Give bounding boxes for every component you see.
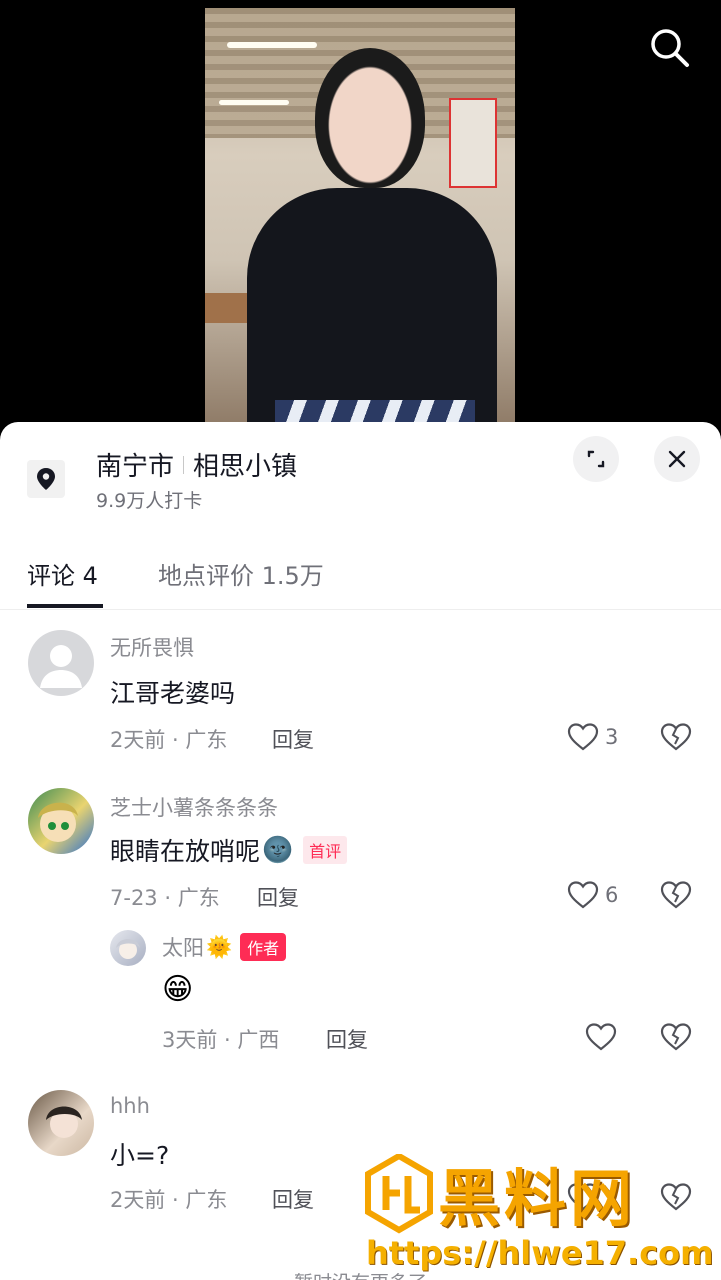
- reply-avatar[interactable]: [110, 930, 146, 966]
- video-area[interactable]: [0, 0, 721, 430]
- comment-meta: 2天前 · 广东: [110, 1188, 228, 1212]
- comment-region: 广东: [177, 886, 220, 910]
- location-title[interactable]: 南宁市 相思小镇: [96, 446, 297, 483]
- tab-place-reviews[interactable]: 地点评价 1.5万: [158, 556, 324, 591]
- location-checkins: 9.9万人打卡: [96, 490, 203, 512]
- comment-item: 芝士小薯条条条条 眼睛在放哨呢 🌚 首评 7-23 · 广东 回复 6 太阳 🌞…: [0, 788, 721, 1088]
- comment-region: 广东: [185, 1188, 228, 1212]
- video-light: [219, 100, 289, 105]
- avatar[interactable]: [28, 1090, 94, 1156]
- photo-avatar-icon: [46, 1106, 82, 1138]
- comment-item: hhh 小=? 2天前 · 广东 回复: [0, 1090, 721, 1240]
- comment-time: 2天前: [110, 1188, 166, 1212]
- tab-comments[interactable]: 评论 4: [27, 556, 98, 591]
- dislike-button[interactable]: [660, 1182, 692, 1216]
- avatar[interactable]: [28, 630, 94, 696]
- dislike-button[interactable]: [660, 880, 692, 914]
- comment-meta: 7-23 · 广东: [110, 886, 220, 910]
- close-button[interactable]: [654, 436, 700, 482]
- close-icon: [668, 450, 686, 468]
- video-wall-poster: [449, 98, 497, 188]
- reply-time: 3天前: [162, 1028, 218, 1052]
- expand-icon: [587, 450, 605, 468]
- like-count: 3: [605, 725, 619, 749]
- default-avatar-icon: [40, 645, 82, 688]
- author-badge: 作者: [240, 933, 287, 961]
- like-button[interactable]: 6: [567, 880, 618, 910]
- reply-username[interactable]: 太阳 🌞 作者: [162, 932, 287, 962]
- comment-time: 2天前: [110, 728, 166, 752]
- reply-username-text: 太阳: [162, 936, 204, 960]
- comment-username[interactable]: hhh: [110, 1094, 150, 1118]
- comment-text: 小=?: [110, 1136, 169, 1172]
- reply-button[interactable]: 回复: [326, 1024, 368, 1054]
- broken-heart-icon: [660, 1183, 692, 1211]
- comment-text: 江哥老婆吗: [110, 674, 235, 710]
- dislike-button[interactable]: [660, 722, 692, 756]
- video-person-head: [315, 48, 425, 188]
- comment-item: 无所畏惧 江哥老婆吗 2天前 · 广东 回复 3: [0, 628, 721, 778]
- reply-button[interactable]: 回复: [272, 724, 314, 754]
- heart-icon: [585, 1023, 617, 1051]
- new-moon-face-emoji: 🌚: [262, 835, 294, 864]
- location-place: 相思小镇: [193, 452, 298, 482]
- reply-button[interactable]: 回复: [272, 1184, 314, 1214]
- first-comment-badge: 首评: [303, 836, 348, 864]
- dislike-button[interactable]: [660, 1022, 692, 1056]
- comment-text: 眼睛在放哨呢 🌚 首评: [110, 832, 348, 868]
- comment-time: 7-23: [110, 886, 158, 910]
- sun-emoji: 🌞: [206, 934, 233, 959]
- expand-button[interactable]: [573, 436, 619, 482]
- tab-active-indicator: [27, 604, 103, 608]
- comment-region: 广东: [185, 728, 228, 752]
- like-count: 6: [605, 883, 619, 907]
- avatar[interactable]: [28, 788, 94, 854]
- location-city: 南宁市: [96, 452, 175, 482]
- comment-meta: 2天前 · 广东: [110, 728, 228, 752]
- comment-username[interactable]: 芝士小薯条条条条: [110, 792, 278, 822]
- location-separator: [183, 455, 185, 474]
- comment-sheet: 南宁市 相思小镇 9.9万人打卡 评论 4 地点评价 1.5万 无所畏惧 江哥老…: [0, 422, 721, 1280]
- heart-icon: [567, 723, 599, 751]
- heart-icon: [567, 881, 599, 909]
- tab-bar: 评论 4 地点评价 1.5万: [0, 550, 721, 610]
- video-light: [227, 42, 317, 48]
- video-frame[interactable]: [205, 8, 515, 428]
- comment-text-body: 江哥老婆吗: [110, 679, 236, 708]
- anime-avatar-icon: [116, 939, 140, 959]
- comment-text-body: 眼睛在放哨呢: [110, 837, 261, 866]
- reply-button[interactable]: 回复: [257, 882, 299, 912]
- comment-username[interactable]: 无所畏惧: [110, 632, 194, 662]
- search-icon[interactable]: [646, 24, 692, 70]
- location-pin-icon: [27, 460, 65, 498]
- like-button[interactable]: [567, 1182, 599, 1212]
- heart-icon: [567, 1183, 599, 1211]
- broken-heart-icon: [660, 881, 692, 909]
- broken-heart-icon: [660, 1023, 692, 1051]
- location-header[interactable]: 南宁市 相思小镇 9.9万人打卡: [0, 422, 721, 542]
- reply-meta: 3天前 · 广西: [162, 1028, 280, 1052]
- like-button[interactable]: 3: [567, 722, 618, 752]
- broken-heart-icon: [660, 723, 692, 751]
- comment-text-body: 小=?: [110, 1141, 170, 1170]
- reply-text: 😁: [162, 972, 194, 1007]
- like-button[interactable]: [585, 1022, 617, 1052]
- video-person-body: [247, 188, 497, 428]
- reply-region: 广西: [237, 1028, 280, 1052]
- no-more-note: 暂时没有更多了: [0, 1268, 721, 1280]
- anime-avatar-icon: [38, 802, 78, 842]
